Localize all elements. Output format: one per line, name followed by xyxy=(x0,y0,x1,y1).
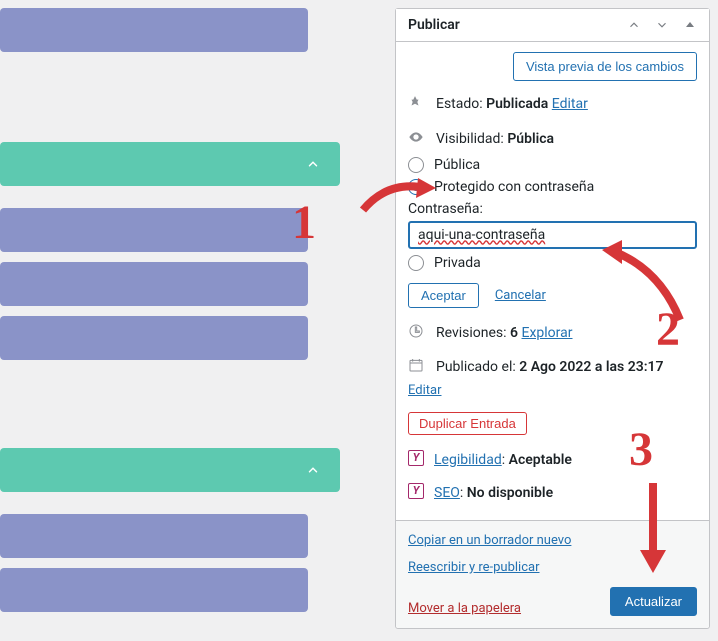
content-block[interactable] xyxy=(0,514,308,558)
content-block[interactable] xyxy=(0,208,308,252)
visibility-public-radio[interactable]: Pública xyxy=(408,157,697,173)
accordion-header[interactable] xyxy=(0,448,340,492)
history-icon xyxy=(408,323,426,347)
preview-changes-button[interactable]: Vista previa de los cambios xyxy=(513,52,697,81)
content-block[interactable] xyxy=(0,568,308,612)
published-row: Publicado el: 2 Ago 2022 a las 23:17 xyxy=(436,356,697,378)
eye-icon xyxy=(408,129,426,153)
panel-footer: Copiar en un borrador nuevo Reescribir y… xyxy=(396,520,709,628)
toggle-panel-icon[interactable] xyxy=(683,18,697,32)
cancel-link[interactable]: Cancelar xyxy=(495,288,546,303)
content-block[interactable] xyxy=(0,262,308,306)
content-block[interactable] xyxy=(0,316,308,360)
status-row: Estado: Publicada Editar xyxy=(436,93,697,115)
edit-status-link[interactable]: Editar xyxy=(552,96,588,112)
move-down-icon[interactable] xyxy=(655,18,669,32)
move-up-icon[interactable] xyxy=(627,18,641,32)
password-label: Contraseña: xyxy=(408,201,697,217)
copy-draft-link[interactable]: Copiar en un borrador nuevo xyxy=(408,533,697,548)
seo-link[interactable]: SEO xyxy=(434,485,460,501)
chevron-up-icon xyxy=(306,157,320,171)
chevron-up-icon xyxy=(306,463,320,477)
content-block[interactable] xyxy=(0,8,308,52)
radio-selected-icon xyxy=(408,179,424,195)
revisions-row: Revisiones: 6 Explorar xyxy=(436,322,697,344)
accept-button[interactable]: Aceptar xyxy=(408,283,479,308)
left-partial-column xyxy=(0,0,355,641)
readability-link[interactable]: Legibilidad xyxy=(434,452,502,468)
accordion-header[interactable] xyxy=(0,142,340,186)
visibility-private-radio[interactable]: Privada xyxy=(408,255,697,271)
explore-revisions-link[interactable]: Explorar xyxy=(522,325,573,341)
seo-row: SEO: No disponible xyxy=(434,482,697,504)
publish-panel: Publicar Vista previa de los cambios Est… xyxy=(395,8,710,629)
readability-row: Legibilidad: Aceptable xyxy=(434,449,697,471)
rewrite-republish-link[interactable]: Reescribir y re-publicar xyxy=(408,560,697,575)
yoast-icon: Y xyxy=(408,483,424,499)
calendar-icon xyxy=(408,357,426,381)
visibility-label: Visibilidad: Pública xyxy=(436,128,697,150)
duplicate-entry-button[interactable]: Duplicar Entrada xyxy=(408,412,527,435)
panel-title: Publicar xyxy=(408,17,460,33)
move-trash-link[interactable]: Mover a la papelera xyxy=(408,601,521,616)
update-button[interactable]: Actualizar xyxy=(610,587,697,616)
pin-icon xyxy=(408,94,426,118)
radio-icon xyxy=(408,255,424,271)
panel-header: Publicar xyxy=(396,9,709,42)
radio-icon xyxy=(408,157,424,173)
yoast-icon: Y xyxy=(408,450,424,466)
edit-date-link[interactable]: Editar xyxy=(408,383,442,398)
password-input[interactable]: aqui-una-contraseña xyxy=(408,221,697,249)
visibility-password-radio[interactable]: Protegido con contraseña xyxy=(408,179,697,195)
